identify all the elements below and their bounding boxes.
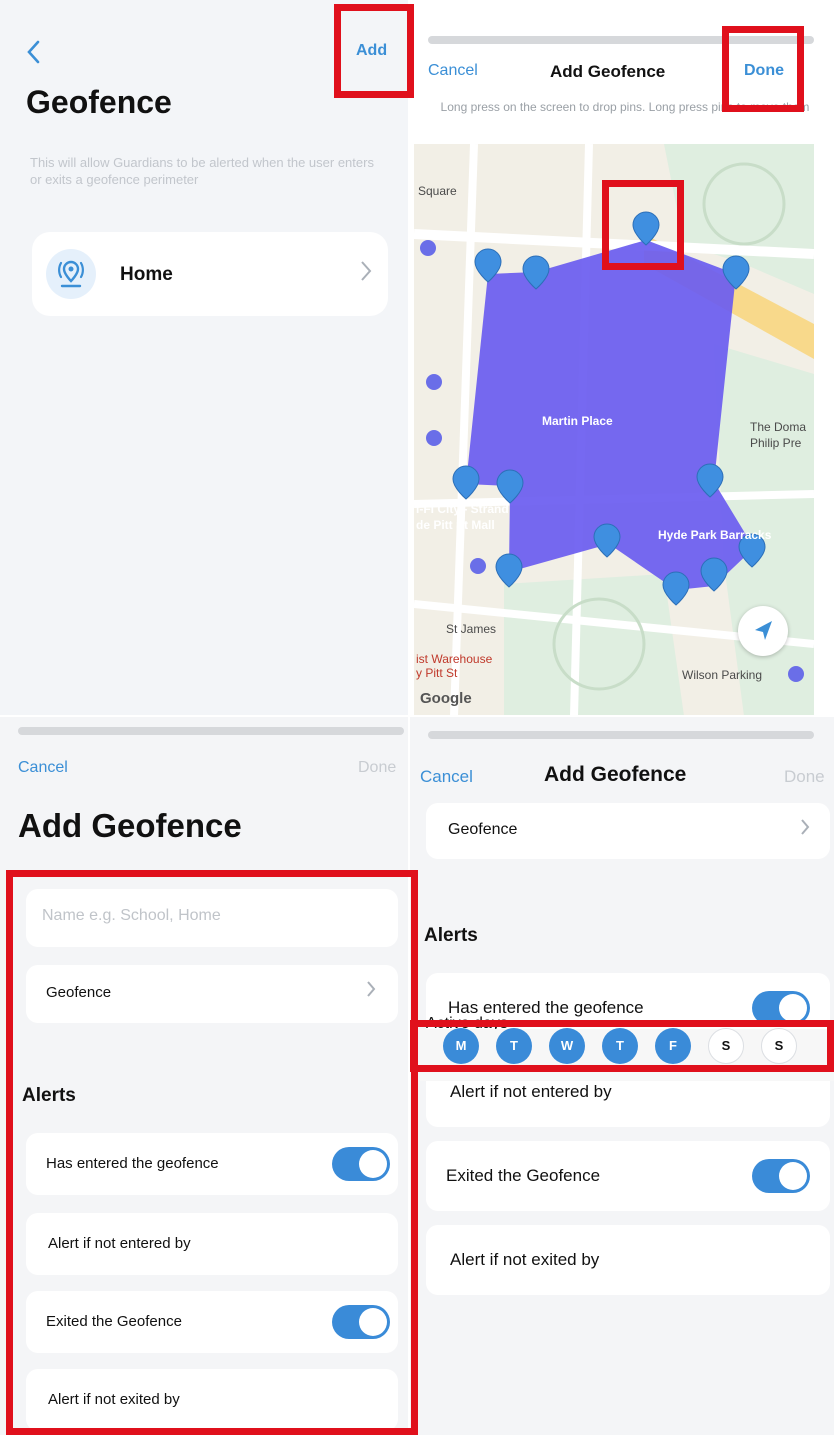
cancel-button[interactable]: Cancel <box>420 767 473 787</box>
day-chip-3[interactable]: T <box>602 1028 638 1064</box>
geofence-row[interactable]: Geofence <box>426 803 830 859</box>
day-chip-1[interactable]: T <box>496 1028 532 1064</box>
map-label-pitt-mall: de Pitt St Mall <box>416 518 495 532</box>
entered-toggle[interactable] <box>332 1147 390 1181</box>
add-geofence-form-scrolled-screen: Cancel Add Geofence Done Geofence Alerts… <box>410 717 834 1435</box>
geofence-row[interactable]: Geofence <box>26 965 398 1023</box>
exited-toggle[interactable] <box>332 1305 390 1339</box>
name-field[interactable]: Name e.g. School, Home <box>26 889 398 947</box>
chevron-right-icon <box>366 980 376 1004</box>
cancel-button[interactable]: Cancel <box>428 62 478 80</box>
map-label-philip: Philip Pre <box>750 436 802 450</box>
map-label-domain: The Doma <box>750 420 807 434</box>
map-label-martin-place: Martin Place <box>542 414 613 428</box>
add-geofence-form-screen: Cancel Done Add Geofence Name e.g. Schoo… <box>0 717 408 1435</box>
add-button[interactable]: Add <box>356 42 387 60</box>
map-label-hyde-park: Hyde Park Barracks <box>658 528 772 542</box>
map-view[interactable]: Square Martin Place The Doma Philip Pre … <box>414 144 814 715</box>
sheet-title: Add Geofence <box>544 763 687 786</box>
done-button[interactable]: Done <box>358 759 396 777</box>
geofence-pin-icon <box>46 249 96 299</box>
alert-not-exited-label: Alert if not exited by <box>450 1250 600 1269</box>
page-description: This will allow Guardians to be alerted … <box>30 155 374 187</box>
exited-toggle[interactable] <box>752 1159 810 1193</box>
alert-not-exited-row[interactable]: Alert if not exited by <box>426 1225 830 1295</box>
name-input-placeholder: Name e.g. School, Home <box>42 907 221 924</box>
alert-not-exited-row[interactable]: Alert if not exited by <box>26 1369 398 1431</box>
alerts-header: Alerts <box>424 925 478 946</box>
sheet-title: Add Geofence <box>550 62 666 81</box>
alert-exited-row: Exited the Geofence <box>426 1141 830 1211</box>
alert-entered-row: Has entered the geofence <box>26 1133 398 1195</box>
chevron-right-icon <box>800 818 810 842</box>
sheet-grabber[interactable] <box>18 727 404 735</box>
alert-exited-label: Exited the Geofence <box>446 1166 601 1185</box>
map-editor-screen: Cancel Add Geofence Done Long press on t… <box>410 0 834 715</box>
geofence-row-label: Geofence <box>448 821 518 838</box>
page-title: Geofence <box>26 84 172 120</box>
done-button[interactable]: Done <box>784 767 825 787</box>
alert-not-exited-label: Alert if not exited by <box>48 1391 180 1408</box>
map-pin <box>452 465 480 500</box>
alerts-header: Alerts <box>22 1085 76 1106</box>
day-chip-2[interactable]: W <box>549 1028 585 1064</box>
page-title: Add Geofence <box>18 807 242 844</box>
map-pin <box>593 523 621 558</box>
map-label-pitt-st: y Pitt St <box>416 666 458 680</box>
geofence-item-home[interactable]: Home <box>32 232 388 316</box>
alert-not-entered-label: Alert if not entered by <box>450 1082 612 1101</box>
day-chip-0[interactable]: M <box>443 1028 479 1064</box>
chevron-left-icon[interactable] <box>26 40 40 69</box>
alert-exited-row: Exited the Geofence <box>26 1291 398 1353</box>
map-pin <box>495 553 523 588</box>
map-label-hifi: i-Fi City - Strand <box>416 502 509 516</box>
alert-not-entered-label: Alert if not entered by <box>48 1235 191 1252</box>
map-label-square: Square <box>418 184 457 198</box>
day-chip-6[interactable]: S <box>761 1028 797 1064</box>
chevron-right-icon <box>360 260 372 289</box>
alert-entered-label: Has entered the geofence <box>46 1155 219 1172</box>
navigation-arrow-icon <box>755 621 772 640</box>
locate-me-button[interactable] <box>738 606 788 656</box>
day-chip-5[interactable]: S <box>708 1028 744 1064</box>
alert-exited-label: Exited the Geofence <box>46 1313 182 1330</box>
alert-not-entered-row[interactable]: Alert if not entered by <box>26 1213 398 1275</box>
geofence-row-label: Geofence <box>46 984 112 1001</box>
map-hint: Long press on the screen to drop pins. L… <box>440 100 810 114</box>
map-label-wilson: Wilson Parking <box>682 668 763 682</box>
google-logo: Google <box>420 690 472 707</box>
geofence-item-label: Home <box>120 264 173 285</box>
done-button[interactable]: Done <box>744 62 784 80</box>
entered-toggle[interactable] <box>752 991 810 1025</box>
sheet-grabber[interactable] <box>428 36 814 44</box>
day-chip-4[interactable]: F <box>655 1028 691 1064</box>
geofence-list-screen: Add Geofence This will allow Guardians t… <box>0 0 408 715</box>
cancel-button[interactable]: Cancel <box>18 759 68 777</box>
sheet-grabber[interactable] <box>428 731 814 739</box>
map-label-warehouse: ist Warehouse <box>416 652 493 666</box>
map-label-st-james: St James <box>446 622 497 636</box>
